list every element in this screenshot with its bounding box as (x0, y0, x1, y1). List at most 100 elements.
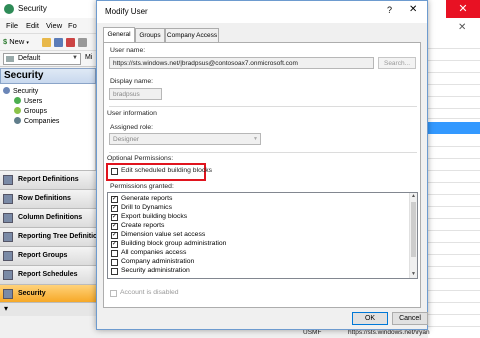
grid-row[interactable] (428, 222, 480, 231)
permission-checkbox[interactable]: ✓ (111, 196, 118, 203)
app-logo-icon (4, 4, 14, 14)
permission-checkbox[interactable]: ✓ (111, 232, 118, 239)
properties-icon[interactable] (78, 38, 87, 47)
grid-row[interactable] (428, 174, 480, 183)
permissions-scrollbar[interactable]: ▲ ▼ (409, 193, 417, 278)
menu-format[interactable]: Fo (68, 21, 77, 30)
grid-row[interactable] (428, 64, 480, 73)
nav-pane-header: Security (0, 68, 96, 84)
grid-row[interactable] (428, 52, 480, 61)
nav-report-definitions[interactable]: Report Definitions (0, 170, 96, 189)
delete-icon[interactable] (66, 38, 75, 47)
default-combo-value: Default (18, 55, 41, 62)
grid-row[interactable] (428, 40, 480, 49)
grid-row[interactable] (428, 210, 480, 219)
grid-row[interactable] (428, 186, 480, 195)
grid-row[interactable] (428, 282, 480, 291)
tab-company-access[interactable]: Company Access (165, 28, 219, 42)
tree-item-companies[interactable]: Companies (14, 117, 59, 125)
row-definitions-icon (3, 194, 13, 204)
scroll-down-icon[interactable]: ▼ (411, 271, 416, 277)
tree-groups-label: Groups (24, 108, 47, 115)
tree-item-users[interactable]: Users (14, 97, 42, 105)
permission-checkbox[interactable]: ✓ (111, 214, 118, 221)
groups-icon (14, 107, 21, 114)
search-button[interactable]: Search... (378, 57, 416, 69)
tree-item-groups[interactable]: Groups (14, 107, 47, 115)
permission-label: Dimension value set access (121, 231, 206, 238)
menu-edit[interactable]: Edit (26, 21, 39, 30)
account-disabled-checkbox[interactable] (110, 290, 117, 297)
scroll-thumb[interactable] (411, 202, 416, 257)
grid-row[interactable] (428, 246, 480, 255)
menu-file[interactable]: File (6, 21, 18, 30)
grid-row[interactable] (428, 234, 480, 243)
grid-row[interactable] (428, 258, 480, 267)
dialog-title: Modify User (105, 7, 148, 16)
permission-checkbox[interactable]: ✓ (111, 223, 118, 230)
grid-row[interactable] (428, 318, 480, 327)
nav-security[interactable]: Security (0, 284, 96, 303)
tree-item-security[interactable]: Security (3, 87, 38, 95)
nav-overflow-bar[interactable]: ▾ (0, 302, 96, 316)
chevron-down-icon: ▼ (253, 136, 258, 142)
status-user: https://sts.windows.net/\ryan (348, 329, 430, 336)
main-close-icon[interactable]: ✕ (446, 0, 480, 18)
divider (109, 106, 417, 107)
user-name-field[interactable]: https://sts.windows.net/|bradpsus@contos… (109, 57, 374, 69)
cancel-button[interactable]: Cancel (392, 312, 428, 325)
assigned-role-select[interactable]: Designer ▼ (109, 133, 261, 145)
nav-row-definitions[interactable]: Row Definitions (0, 189, 96, 208)
permission-label: Drill to Dynamics (121, 204, 172, 211)
combo-prefix-text: Mi (85, 54, 93, 61)
permissions-list[interactable]: ✓ Generate reports ✓ Drill to Dynamics ✓ Ex… (107, 192, 418, 279)
tab-groups[interactable]: Groups (135, 28, 165, 42)
grid-row[interactable] (428, 150, 480, 159)
grid-row[interactable] (428, 88, 480, 97)
security-icon (3, 289, 13, 299)
nav-reporting-tree-definitions[interactable]: Reporting Tree Definition (0, 227, 102, 246)
grid-row[interactable] (428, 76, 480, 85)
permission-checkbox[interactable] (111, 250, 118, 257)
permission-checkbox[interactable]: ✓ (111, 205, 118, 212)
grid-row[interactable] (428, 110, 480, 119)
grid-row[interactable] (428, 162, 480, 171)
dialog-title-bar: Modify User ? ✕ (97, 1, 427, 23)
permission-checkbox[interactable] (111, 259, 118, 266)
users-icon (14, 97, 21, 104)
menu-view[interactable]: View (46, 21, 62, 30)
nav-report-groups[interactable]: Report Groups (0, 246, 96, 265)
close-icon[interactable]: ✕ (409, 4, 417, 15)
grid-row[interactable] (428, 306, 480, 315)
new-icon: $ (3, 37, 8, 46)
background-close-icon[interactable]: ✕ (458, 22, 466, 33)
grid-row-selected[interactable] (428, 122, 480, 134)
scroll-up-icon[interactable]: ▲ (411, 193, 416, 199)
new-button[interactable]: $ New ▾ (3, 37, 29, 46)
display-name-field[interactable]: bradpsus (109, 88, 162, 100)
permission-checkbox[interactable] (111, 268, 118, 275)
ok-button[interactable]: OK (352, 312, 388, 325)
permission-label: Export building blocks (121, 213, 188, 220)
main-window-title: Security (18, 4, 47, 13)
nav-report-schedules[interactable]: Report Schedules (0, 265, 96, 284)
status-company: USMF (303, 329, 322, 336)
default-combo[interactable]: Default ▼ (3, 53, 81, 65)
nav-column-definitions[interactable]: Column Definitions (0, 208, 96, 227)
edit-scheduled-checkbox[interactable] (111, 168, 118, 175)
grid-row[interactable] (428, 100, 480, 109)
grid-row[interactable] (428, 138, 480, 147)
grid-row[interactable] (428, 294, 480, 303)
menu-bar: File Edit View Fo (0, 18, 96, 34)
companies-icon (14, 117, 21, 124)
tab-general[interactable]: General (103, 27, 135, 42)
divider (109, 152, 417, 153)
permission-checkbox[interactable]: ✓ (111, 241, 118, 248)
grid-row[interactable] (428, 270, 480, 279)
grid-row[interactable] (428, 198, 480, 207)
help-icon[interactable]: ? (387, 5, 392, 15)
nav-label: Column Definitions (18, 214, 83, 221)
open-folder-icon[interactable] (42, 38, 51, 47)
save-icon[interactable] (54, 38, 63, 47)
account-disabled-label: Account is disabled (120, 289, 179, 296)
